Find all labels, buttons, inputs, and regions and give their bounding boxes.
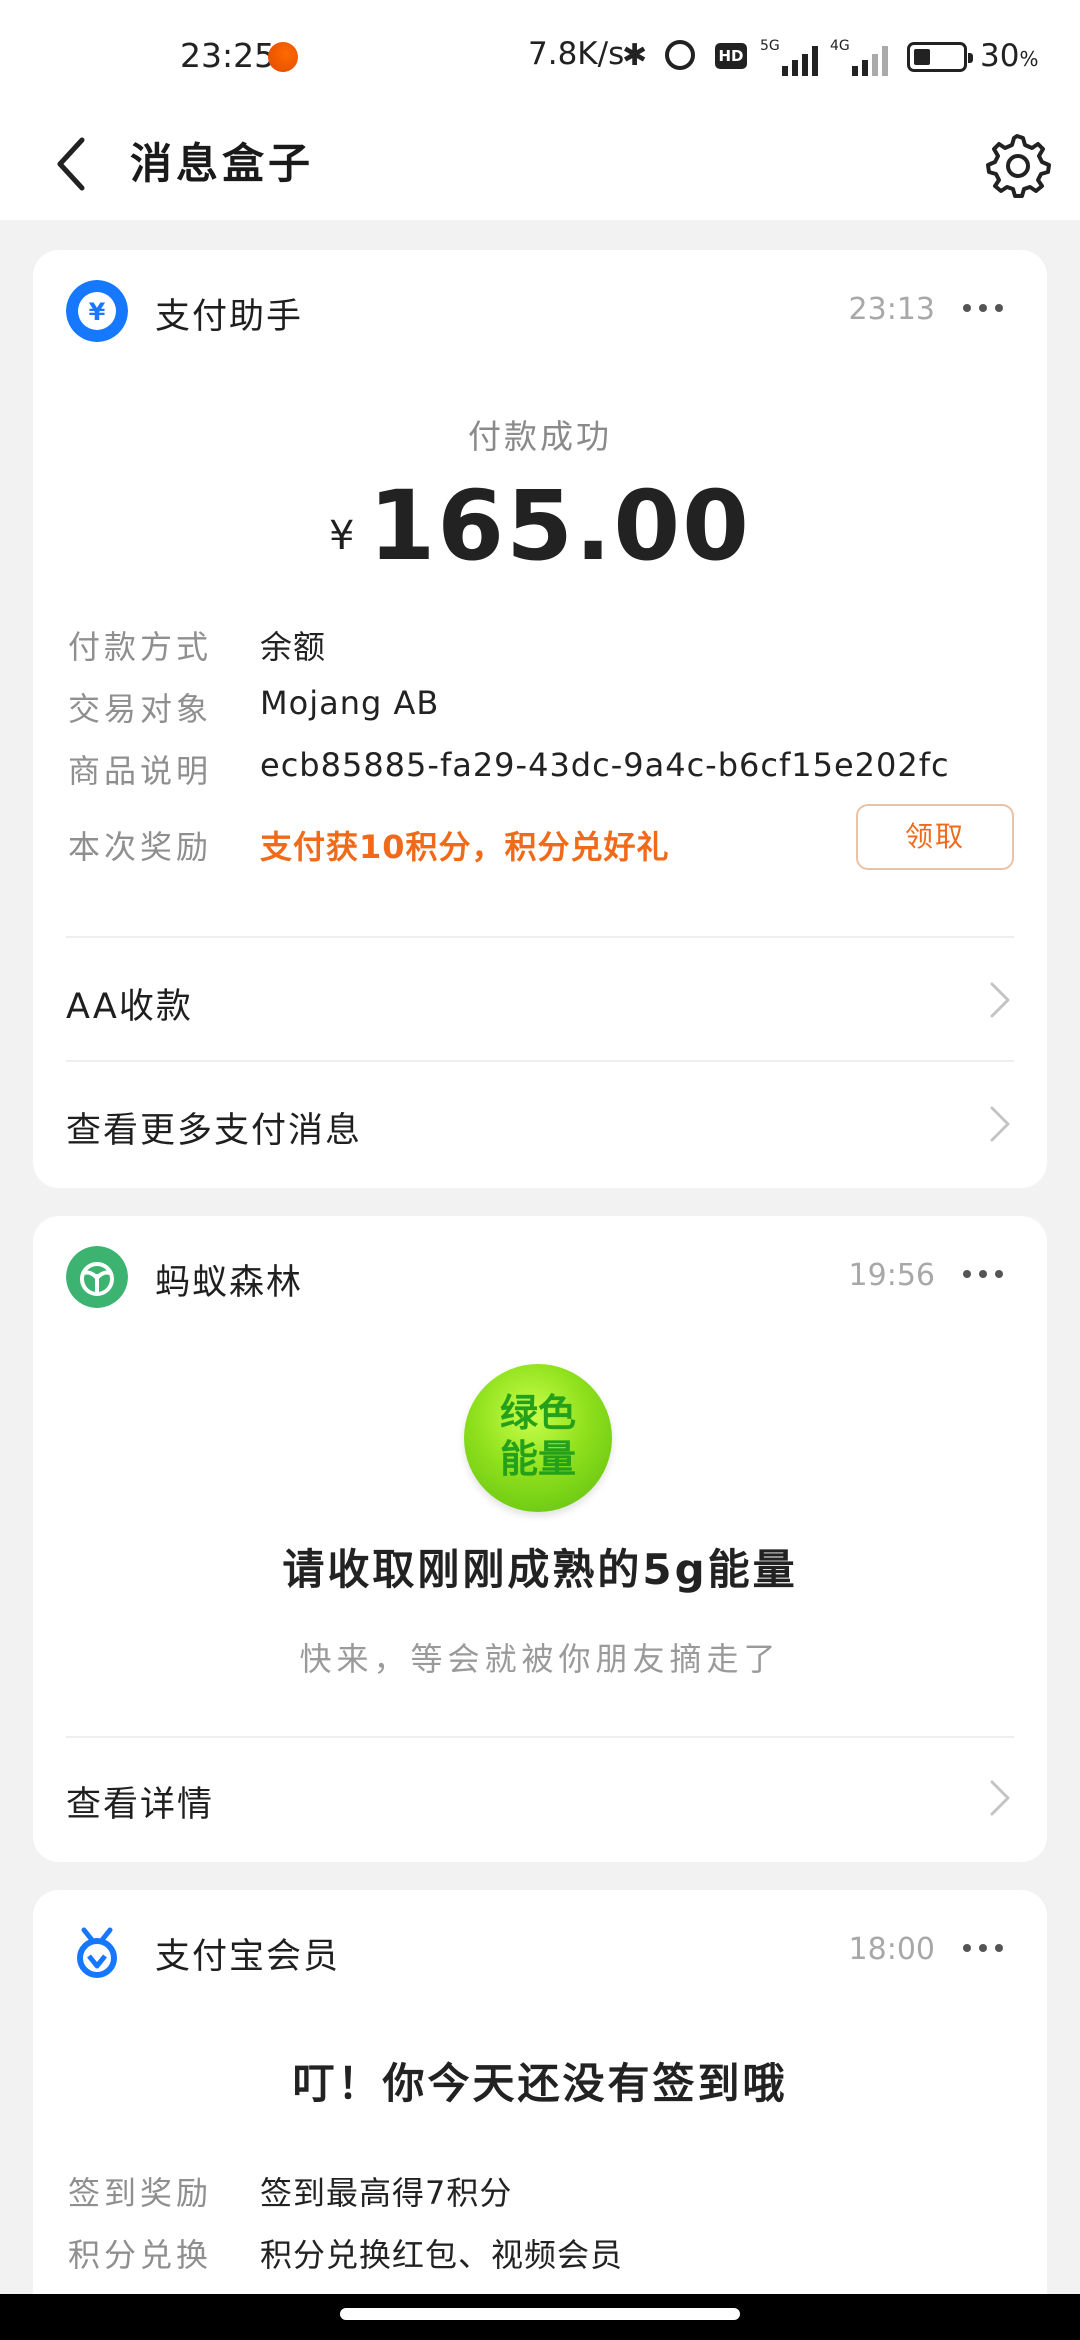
more-options-icon[interactable] (961, 1264, 1005, 1284)
ant-forest-card[interactable]: 蚂蚁森林 19:56 绿色 能量 请收取刚刚成熟的5g能量 快来，等会就被你朋友… (33, 1216, 1047, 1862)
divider (66, 936, 1014, 938)
notification-app-icon (268, 42, 298, 72)
detail-row-points-exchange: 积分兑换 积分兑换红包、视频会员 (68, 2230, 1014, 2280)
detail-value: 签到最高得7积分 (260, 2174, 513, 2212)
badge-line2: 能量 (499, 1437, 576, 1481)
detail-key: 积分兑换 (68, 2236, 213, 2274)
signal-5g-label: 5G (760, 38, 780, 54)
member-title: 叮！你今天还没有签到哦 (292, 2059, 788, 2108)
detail-value: 余额 (260, 628, 327, 666)
network-speed: 7.8K/s (528, 36, 625, 72)
detail-row-method: 付款方式 余额 (68, 622, 1014, 672)
top-area: 23:25 7.8K/s ✱ HD 5G 4G 30% 消息盒子 (0, 0, 1080, 220)
detail-value: 积分兑换红包、视频会员 (260, 2236, 624, 2274)
forest-time: 19:56 (848, 1258, 935, 1293)
detail-key: 交易对象 (68, 690, 213, 728)
detail-key: 本次奖励 (68, 828, 213, 866)
detail-key: 付款方式 (68, 628, 213, 666)
green-energy-badge: 绿色 能量 (464, 1364, 612, 1512)
currency-symbol: ¥ (329, 513, 355, 559)
member-card[interactable]: 支付宝会员 18:00 叮！你今天还没有签到哦 签到奖励 签到最高得7积分 积分… (33, 1890, 1047, 2340)
more-options-icon[interactable] (961, 298, 1005, 318)
signal-5g-icon: 5G (760, 38, 824, 76)
detail-value: Mojang AB (260, 684, 440, 722)
member-app-name: 支付宝会员 (155, 1937, 341, 1977)
svg-text:¥: ¥ (89, 298, 106, 326)
more-options-icon[interactable] (961, 1938, 1005, 1958)
aa-collection-label: AA收款 (66, 987, 193, 1027)
alipay-member-logo-icon (77, 1927, 117, 1978)
amount-value: 165.00 (368, 470, 751, 582)
payment-amount: ¥165.00 (33, 470, 1047, 582)
payment-assistant-logo-icon: ¥ (66, 280, 128, 342)
payment-app-name: 支付助手 (155, 297, 304, 337)
status-bar: 23:25 7.8K/s ✱ HD 5G 4G 30% (0, 0, 1080, 120)
more-payment-messages-link[interactable]: 查看更多支付消息 (66, 1064, 1014, 1184)
badge-line1: 绿色 (499, 1391, 576, 1435)
status-time: 23:25 (180, 36, 276, 75)
forest-card-header: 蚂蚁森林 19:56 (33, 1216, 1047, 1336)
chevron-right-icon (990, 982, 1010, 1018)
ant-forest-logo-icon (66, 1246, 128, 1308)
payment-card-header: ¥ 支付助手 23:13 (33, 250, 1047, 370)
forest-app-name: 蚂蚁森林 (155, 1263, 304, 1303)
detail-key: 签到奖励 (68, 2174, 213, 2212)
bluetooth-icon: ✱ (622, 38, 648, 73)
chevron-right-icon (990, 1106, 1010, 1142)
payment-time: 23:13 (848, 292, 935, 327)
member-time: 18:00 (848, 1932, 935, 1967)
back-arrow-icon[interactable] (48, 128, 108, 198)
view-details-label: 查看详情 (66, 1785, 215, 1825)
forest-title: 请收取刚刚成熟的5g能量 (282, 1545, 798, 1594)
detail-value: ecb85885-fa29-43dc-9a4c-b6cf15e202fc (260, 746, 950, 784)
page-title: 消息盒子 (130, 139, 315, 188)
battery-text: 30% (980, 38, 1038, 74)
reward-text: 支付获10积分，积分兑好礼 (260, 828, 670, 866)
page-header: 消息盒子 (0, 120, 1080, 220)
signal-4g-label: 4G (830, 38, 850, 54)
chevron-right-icon (990, 1780, 1010, 1816)
detail-row-description: 商品说明 ecb85885-fa29-43dc-9a4c-b6cf15e202f… (68, 746, 1014, 796)
hd-icon: HD (715, 43, 747, 69)
payment-card[interactable]: ¥ 支付助手 23:13 付款成功 ¥165.00 付款方式 余额 交易对象 M… (33, 250, 1047, 1188)
battery-unit: % (1019, 47, 1039, 71)
more-payment-messages-label: 查看更多支付消息 (66, 1111, 363, 1151)
divider (66, 1060, 1014, 1062)
detail-row-reward: 本次奖励 支付获10积分，积分兑好礼 领取 (68, 804, 1014, 872)
aa-collection-link[interactable]: AA收款 (66, 940, 1014, 1060)
forest-subtitle: 快来，等会就被你朋友摘走了 (299, 1640, 781, 1678)
alarm-icon (665, 40, 695, 70)
home-indicator[interactable] (340, 2308, 740, 2320)
member-card-header: 支付宝会员 18:00 (33, 1890, 1047, 2010)
detail-row-payee: 交易对象 Mojang AB (68, 684, 1014, 734)
claim-reward-button[interactable]: 领取 (856, 804, 1014, 870)
payment-status: 付款成功 (468, 417, 612, 456)
detail-row-checkin-reward: 签到奖励 签到最高得7积分 (68, 2168, 1014, 2218)
settings-gear-icon[interactable] (982, 128, 1052, 198)
signal-4g-icon: 4G (830, 38, 894, 76)
battery-icon (907, 42, 973, 72)
detail-key: 商品说明 (68, 752, 213, 790)
battery-percent: 30 (980, 38, 1020, 74)
view-details-link[interactable]: 查看详情 (66, 1738, 1014, 1858)
